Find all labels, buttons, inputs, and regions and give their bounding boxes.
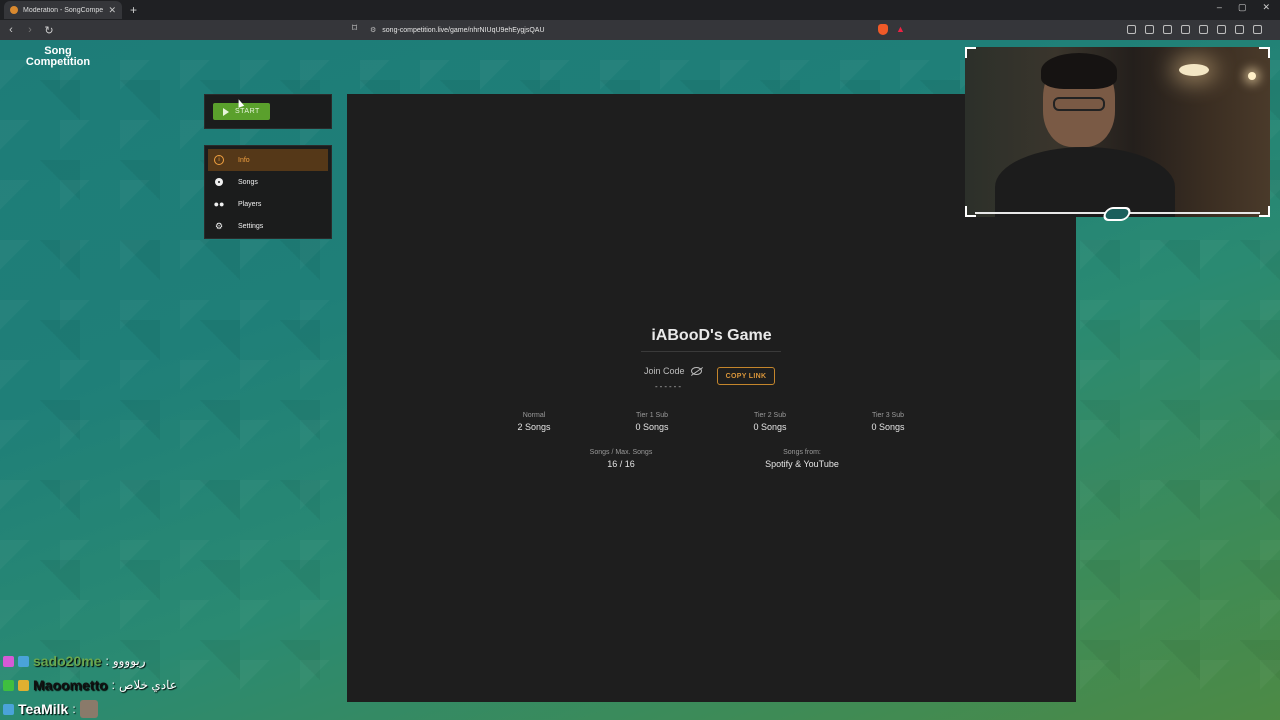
play-icon xyxy=(223,107,229,116)
copy-link-button[interactable]: COPY LINK xyxy=(717,367,775,385)
sub-badge-icon xyxy=(3,655,14,667)
new-tab-button[interactable]: + xyxy=(130,3,137,17)
chat-message: Maoometto : عادي خلاص xyxy=(3,673,177,697)
info-icon: i xyxy=(214,155,224,165)
stat-value: 0 Songs xyxy=(753,422,787,432)
prime-badge-icon xyxy=(18,655,29,667)
chat-separator: : xyxy=(105,654,109,668)
stat-value: 2 Songs xyxy=(517,422,551,432)
chat-username: Maoometto xyxy=(33,677,108,693)
eye-off-icon[interactable] xyxy=(690,367,702,375)
site-info-icon[interactable]: ⚙ xyxy=(370,26,376,34)
forward-icon[interactable]: › xyxy=(22,24,38,36)
stat-label: Tier 3 Sub xyxy=(871,412,905,419)
game-title: iABooD's Game xyxy=(651,327,772,344)
chat-username: TeaMilk xyxy=(18,701,69,717)
webcam-overlay xyxy=(965,47,1270,217)
sub-badge-icon xyxy=(18,679,29,691)
browser-tab-bar: Moderation - SongCompetition ✕ + – ▢ ✕ xyxy=(0,0,1280,20)
close-tab-icon[interactable]: ✕ xyxy=(108,5,116,16)
menu-item-settings[interactable]: ⚙ Settings xyxy=(208,215,328,237)
stat-label: Songs / Max. Songs xyxy=(589,449,653,456)
side-menu: i Info Songs ●● Players ⚙ Settings xyxy=(204,145,332,239)
streamer-logo-icon xyxy=(1101,207,1133,221)
stat-label: Tier 1 Sub xyxy=(635,412,669,419)
menu-icon[interactable] xyxy=(1253,25,1262,34)
wallet-icon[interactable] xyxy=(1235,25,1244,34)
join-code-label: Join Code xyxy=(644,366,685,376)
stat-tier3: Tier 3 Sub 0 Songs xyxy=(828,412,948,432)
brave-rewards-icon[interactable]: ▲ xyxy=(896,24,905,34)
sidebar-icon[interactable] xyxy=(1217,25,1226,34)
gear-icon: ⚙ xyxy=(214,220,224,231)
extension-icon[interactable] xyxy=(1163,25,1172,34)
lamp-image xyxy=(1179,64,1209,76)
menu-item-label: Settings xyxy=(238,222,264,230)
menu-item-label: Info xyxy=(238,156,250,164)
stat-label: Normal xyxy=(522,412,546,419)
menu-item-label: Songs xyxy=(238,178,258,186)
music-icon xyxy=(215,178,223,186)
menu-item-players[interactable]: ●● Players xyxy=(208,193,328,215)
stat-normal: Normal 2 Songs xyxy=(474,412,594,432)
chat-separator: : xyxy=(72,702,76,716)
start-label: START xyxy=(235,108,260,115)
extension-icon[interactable] xyxy=(1181,25,1190,34)
chat-overlay: sado20me : ريوووو Maoometto : عادي خلاص … xyxy=(3,649,177,720)
stat-songs-from: Songs from: Spotify & YouTube xyxy=(742,449,862,469)
logo-line-2: Competition xyxy=(25,56,91,68)
chat-text: ريوووو xyxy=(112,654,146,668)
stat-value: 0 Songs xyxy=(635,422,669,432)
brave-shields-icon[interactable] xyxy=(878,24,888,35)
menu-item-songs[interactable]: Songs xyxy=(208,171,328,193)
minimize-button[interactable]: – xyxy=(1217,2,1222,13)
users-icon: ●● xyxy=(213,199,225,209)
stat-value: 16 / 16 xyxy=(607,459,635,469)
chat-separator: : xyxy=(111,678,116,692)
browser-toolbar: ‹ › ↻ ⌑ ⚙ song-competition.live/game/nhr… xyxy=(0,20,1280,40)
stat-label: Songs from: xyxy=(783,449,821,456)
title-divider xyxy=(641,351,781,352)
browser-tab[interactable]: Moderation - SongCompetition ✕ xyxy=(4,1,122,19)
extension-icon[interactable] xyxy=(1145,25,1154,34)
chat-text: عادي خلاص xyxy=(119,678,177,692)
menu-item-label: Players xyxy=(238,200,262,208)
extension-icon[interactable] xyxy=(1127,25,1136,34)
site-favicon-icon xyxy=(10,6,18,14)
bookmark-icon[interactable]: ⌑ xyxy=(352,23,357,34)
chat-message: sado20me : ريوووو xyxy=(3,649,177,673)
extension-icon[interactable] xyxy=(1199,25,1208,34)
stat-tier1: Tier 1 Sub 0 Songs xyxy=(592,412,712,432)
stat-value: 0 Songs xyxy=(871,422,905,432)
site-logo[interactable]: Song Competition xyxy=(22,46,94,68)
start-panel: START xyxy=(204,94,332,129)
back-icon[interactable]: ‹ xyxy=(3,24,19,36)
stat-value: Spotify & YouTube xyxy=(765,459,839,469)
chat-username: sado20me xyxy=(33,653,102,669)
menu-item-info[interactable]: i Info xyxy=(208,149,328,171)
chat-emote-image xyxy=(79,700,98,718)
join-code-row: Join Code xyxy=(644,366,702,376)
stat-label: Tier 2 Sub xyxy=(753,412,787,419)
moderator-badge-icon xyxy=(3,679,14,691)
stat-tier2: Tier 2 Sub 0 Songs xyxy=(710,412,830,432)
window-controls: – ▢ ✕ xyxy=(1217,2,1270,13)
close-window-button[interactable]: ✕ xyxy=(1262,2,1270,13)
extension-icons xyxy=(1127,25,1262,34)
stat-songs-max: Songs / Max. Songs 16 / 16 xyxy=(561,449,681,469)
url-text: song-competition.live/game/nhrNIUqU9ehEy… xyxy=(382,26,545,34)
prime-badge-icon xyxy=(3,703,14,715)
maximize-button[interactable]: ▢ xyxy=(1238,2,1247,13)
join-code-value: ------ xyxy=(655,382,683,391)
tab-title: Moderation - SongCompetition xyxy=(23,6,104,14)
chat-message: TeaMilk : xyxy=(3,697,177,720)
address-bar[interactable]: ⚙ song-competition.live/game/nhrNIUqU9eh… xyxy=(370,23,910,37)
reload-icon[interactable]: ↻ xyxy=(41,24,57,37)
